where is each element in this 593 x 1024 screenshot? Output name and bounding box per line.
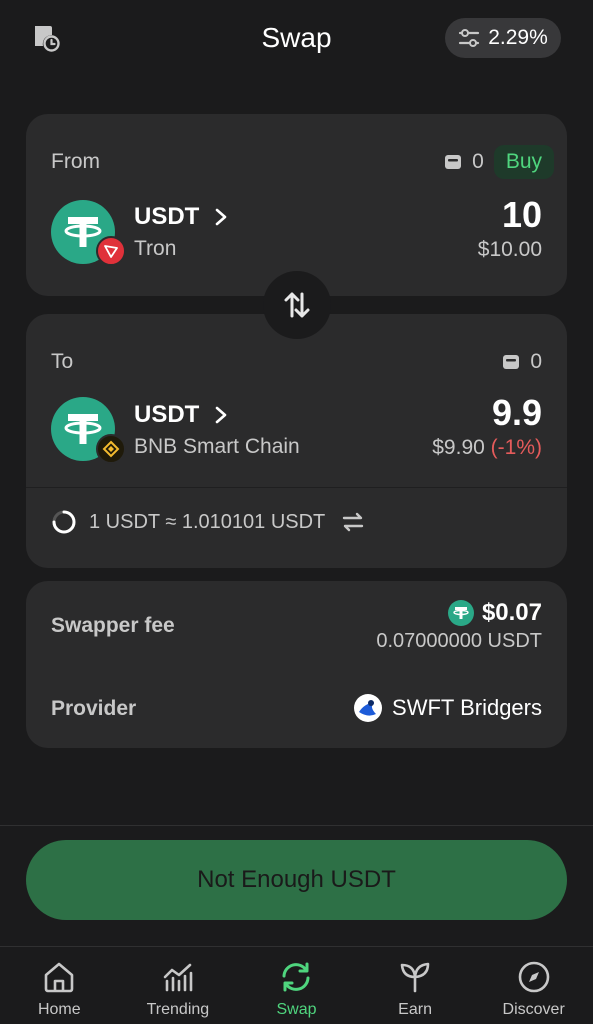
fee-card: Swapper fee $0.07 0.07000000 USDT Provid… xyxy=(26,581,567,748)
provider-label: Provider xyxy=(51,697,137,720)
fee-token-amount: 0.07000000 USDT xyxy=(376,630,542,652)
from-amount-input[interactable]: 10 xyxy=(502,194,542,236)
slippage-button[interactable]: 2.29% xyxy=(445,18,561,58)
to-balance: 0 xyxy=(502,350,542,374)
from-balance: 0 Buy xyxy=(444,145,554,179)
buy-button[interactable]: Buy xyxy=(493,145,554,179)
nav-label-discover: Discover xyxy=(502,1001,565,1018)
nav-item-trending[interactable]: Trending xyxy=(119,947,238,1024)
to-label: To xyxy=(51,350,74,373)
to-balance-value: 0 xyxy=(530,350,542,373)
exchange-rate-row: 1 USDT ≈ 1.010101 USDT xyxy=(51,509,365,535)
swap-rate-icon[interactable] xyxy=(341,512,365,532)
nav-label-home: Home xyxy=(37,1001,81,1018)
to-token-name: USDT xyxy=(134,401,227,429)
exchange-rate-text: 1 USDT ≈ 1.010101 USDT xyxy=(89,510,326,533)
to-token-symbol: USDT xyxy=(134,401,200,428)
usdt-small-icon xyxy=(447,600,474,626)
nav-label-earn: Earn xyxy=(398,1001,432,1018)
price-impact: (-1%) xyxy=(490,436,542,459)
to-fiat-value: $9.90 (-1%) xyxy=(432,436,542,460)
nav-item-home[interactable]: Home xyxy=(0,947,119,1024)
chevron-right-icon xyxy=(216,406,227,424)
slippage-value: 2.29% xyxy=(488,26,548,49)
from-fiat-value: $10.00 xyxy=(477,238,542,261)
nav-label-swap: Swap xyxy=(276,1001,317,1018)
switch-direction-button[interactable] xyxy=(263,271,331,339)
bottom-nav: Home Trending Swap Earn Discover xyxy=(0,947,593,1024)
divider xyxy=(26,487,567,488)
nav-item-swap[interactable]: Swap xyxy=(237,947,356,1024)
earn-icon xyxy=(400,962,430,993)
discover-icon xyxy=(518,961,549,993)
provider-name: SWFT Bridgers xyxy=(392,695,542,720)
from-chain-name: Tron xyxy=(134,237,177,260)
chevron-right-icon xyxy=(216,208,227,226)
header: Swap 2.29% xyxy=(0,0,593,80)
bnb-chain-icon xyxy=(96,434,126,464)
refresh-timer-icon xyxy=(52,510,76,534)
home-icon xyxy=(44,962,74,993)
swap-icon xyxy=(282,962,310,992)
swft-provider-icon xyxy=(354,694,383,722)
not-enough-button[interactable]: Not Enough USDT xyxy=(26,840,567,920)
divider xyxy=(0,825,593,826)
from-label: From xyxy=(51,150,100,173)
swapper-fee-label: Swapper fee xyxy=(51,614,175,637)
nav-item-earn[interactable]: Earn xyxy=(356,947,475,1024)
wallet-icon xyxy=(445,155,462,169)
provider-selector[interactable]: SWFT Bridgers xyxy=(354,694,542,722)
to-fiat-amount: $9.90 xyxy=(432,436,485,459)
swap-arrows-icon xyxy=(284,292,310,318)
to-chain-name: BNB Smart Chain xyxy=(134,435,300,458)
from-balance-value: 0 xyxy=(472,150,484,173)
from-card: From 0 Buy USDT Tron 10 $10.00 xyxy=(26,114,567,296)
tron-chain-icon xyxy=(96,236,126,266)
fee-usd-value: $0.07 xyxy=(481,599,542,626)
nav-label-trending: Trending xyxy=(146,1001,210,1018)
sliders-icon xyxy=(459,29,480,47)
to-amount: 9.9 xyxy=(491,392,542,433)
to-card: To 0 USDT BNB Smart Chain 9.9 $9.90 (-1%… xyxy=(26,314,567,568)
fee-usd: $0.07 xyxy=(447,599,542,627)
trending-icon xyxy=(163,963,193,992)
nav-item-discover[interactable]: Discover xyxy=(474,947,593,1024)
wallet-icon xyxy=(503,355,520,369)
from-token-symbol: USDT xyxy=(134,203,200,230)
from-token-name: USDT xyxy=(134,203,227,231)
